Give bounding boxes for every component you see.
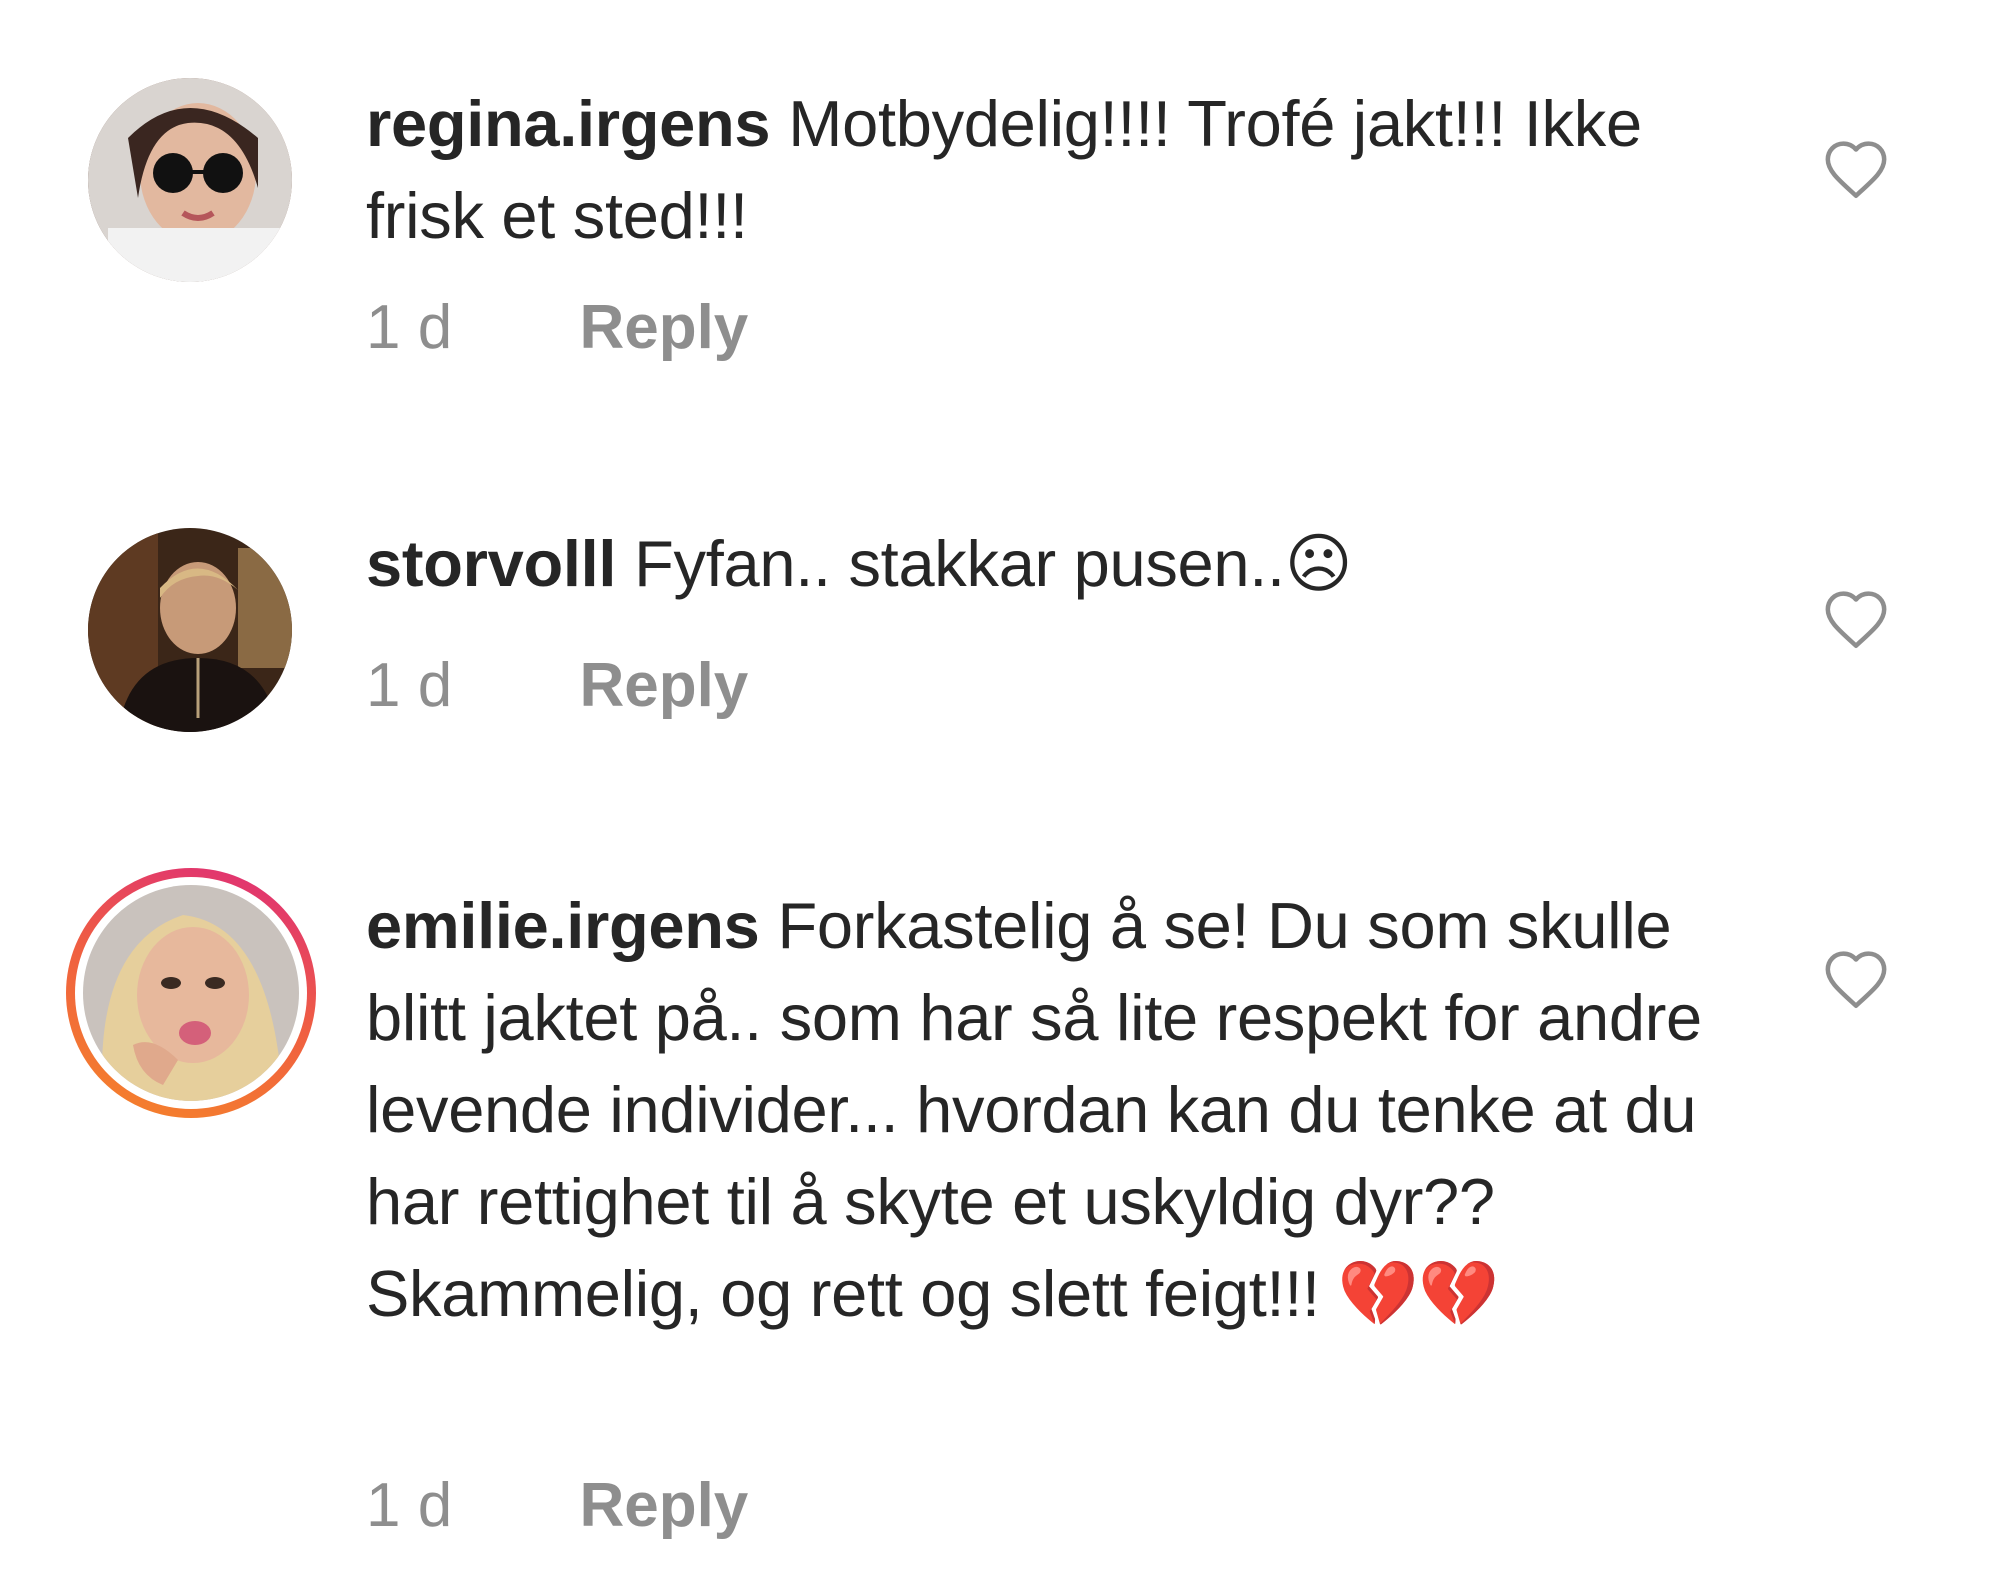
comment-meta: 1 d Reply bbox=[366, 292, 748, 363]
comment-meta: 1 d Reply bbox=[366, 1470, 748, 1541]
avatar-image bbox=[88, 528, 292, 732]
reply-button[interactable]: Reply bbox=[579, 650, 748, 721]
comment-username[interactable]: storvolll bbox=[366, 527, 616, 600]
avatar[interactable] bbox=[88, 78, 292, 282]
comment-timestamp: 1 d bbox=[366, 293, 453, 362]
avatar-image bbox=[83, 885, 299, 1101]
avatar-image bbox=[88, 78, 292, 282]
story-ring[interactable] bbox=[66, 868, 316, 1118]
comment-text: regina.irgens Motbydelig!!!! Trofé jakt!!… bbox=[366, 78, 1766, 262]
avatar-ring-inner bbox=[75, 877, 307, 1109]
reply-button[interactable]: Reply bbox=[579, 292, 748, 363]
comment-body: Fyfan.. stakkar pusen..☹ bbox=[634, 527, 1353, 600]
heart-outline-icon[interactable] bbox=[1822, 588, 1890, 650]
avatar bbox=[83, 885, 299, 1101]
comment-text: storvolll Fyfan.. stakkar pusen..☹ bbox=[366, 518, 1766, 610]
comment-timestamp: 1 d bbox=[366, 1471, 453, 1540]
comment-meta: 1 d Reply bbox=[366, 650, 748, 721]
heart-outline-icon[interactable] bbox=[1822, 138, 1890, 200]
reply-button[interactable]: Reply bbox=[579, 1470, 748, 1541]
comment-text: emilie.irgens Forkastelig å se! Du som sk… bbox=[366, 880, 1766, 1340]
avatar[interactable] bbox=[88, 528, 292, 732]
heart-outline-icon[interactable] bbox=[1822, 948, 1890, 1010]
comment-username[interactable]: regina.irgens bbox=[366, 87, 771, 160]
comment-timestamp: 1 d bbox=[366, 651, 453, 720]
comment-username[interactable]: emilie.irgens bbox=[366, 889, 760, 962]
